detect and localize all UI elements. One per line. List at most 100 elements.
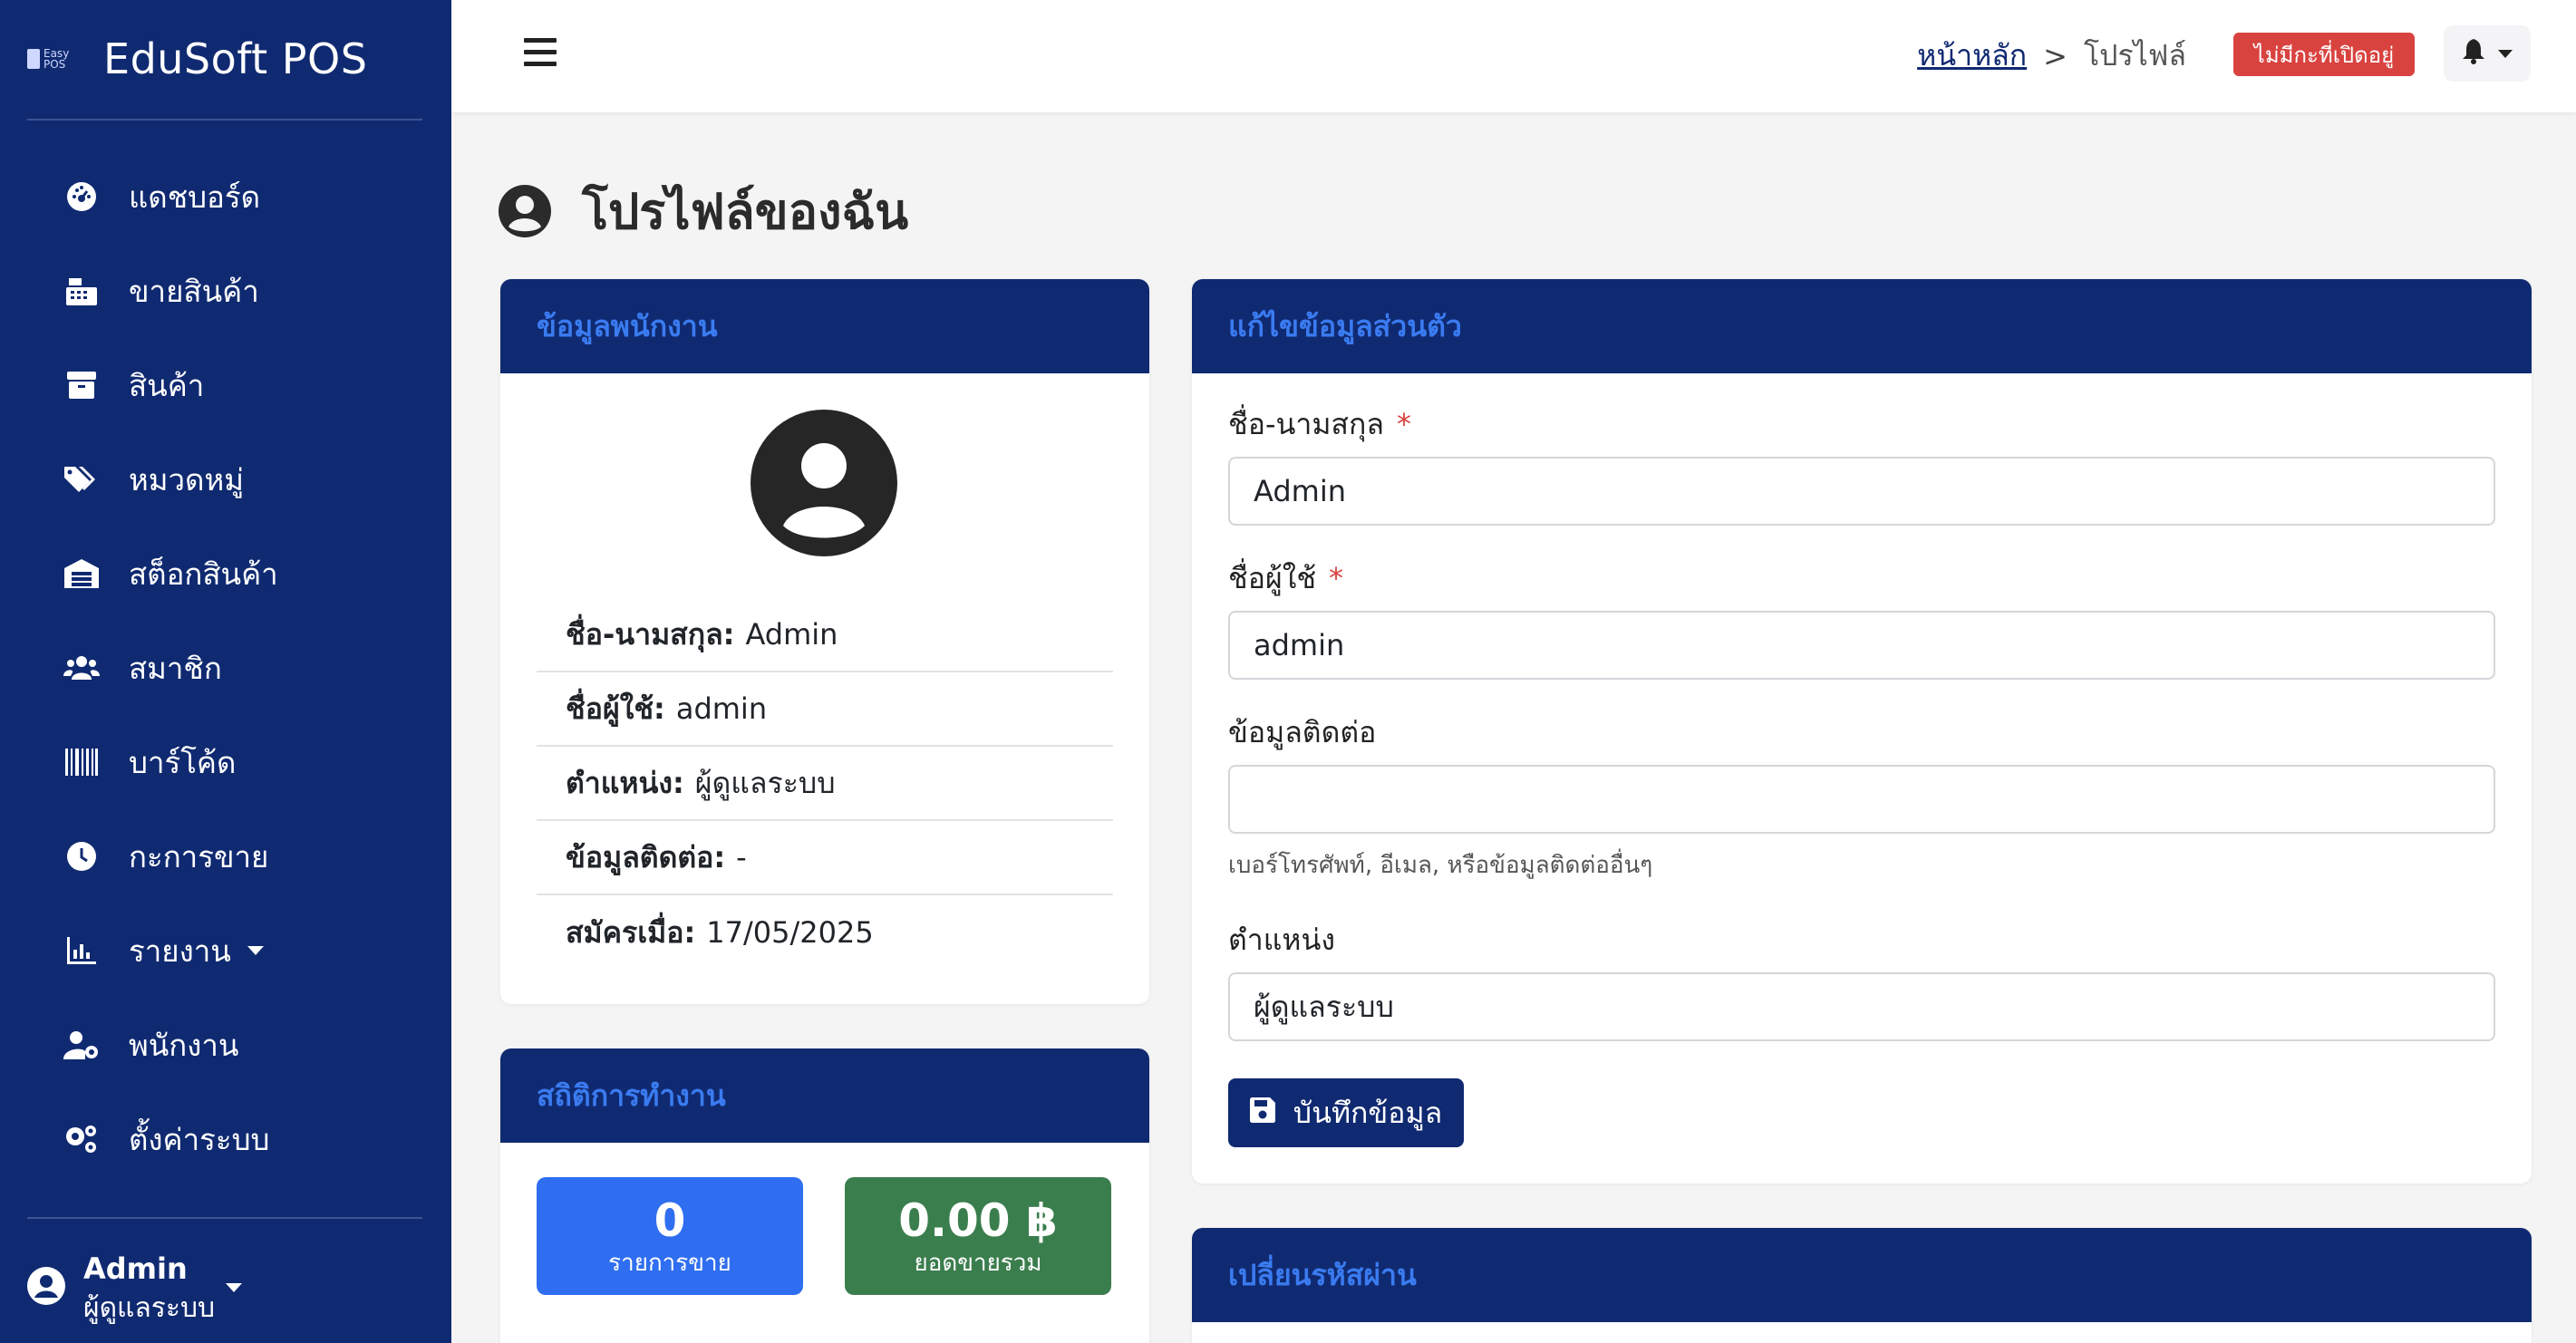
position-input[interactable]: ผู้ดูแลระบบ — [1228, 972, 2495, 1041]
stat-label: รายการขาย — [608, 1250, 731, 1277]
info-row-registered: สมัครเมื่อ: 17/05/2025 — [537, 895, 1113, 970]
sidebar-item-label: พนักงาน — [129, 1027, 239, 1063]
user-avatar-icon — [27, 1267, 65, 1305]
stat-label: ยอดขายรวม — [914, 1250, 1042, 1277]
sidebar-item-products[interactable]: สินค้า — [0, 338, 451, 432]
sidebar-user-menu[interactable]: Admin ผู้ดูแลระบบ — [27, 1249, 243, 1329]
user-gear-icon — [63, 1027, 100, 1063]
dashboard-icon — [63, 179, 100, 215]
info-row-contact: ข้อมูลติดต่อ: - — [537, 821, 1113, 895]
card-header: สถิติการทำงาน — [500, 1048, 1149, 1143]
username-label: ชื่อผู้ใช้ * — [1228, 560, 2495, 596]
save-profile-button[interactable]: บันทึกข้อมูล — [1228, 1078, 1464, 1147]
profile-avatar-icon — [751, 410, 897, 556]
card-title: แก้ไขข้อมูลส่วนตัว — [1228, 308, 1462, 343]
required-mark: * — [1329, 561, 1344, 595]
card-header: แก้ไขข้อมูลส่วนตัว — [1192, 279, 2532, 373]
sidebar-item-barcode[interactable]: บาร์โค้ด — [0, 715, 451, 809]
shift-status-badge: ไม่มีกะที่เปิดอยู่ — [2233, 33, 2415, 76]
sidebar-item-label: แดชบอร์ด — [129, 179, 261, 215]
card-title: เปลี่ยนรหัสผ่าน — [1228, 1257, 1417, 1292]
logo-text-pos: POS — [44, 58, 66, 71]
breadcrumb-current: โปรไฟล์ — [2083, 38, 2186, 72]
user-name: Admin — [83, 1251, 188, 1286]
fullname-label: ชื่อ-นามสกุล * — [1228, 406, 2495, 442]
sidebar-item-label: รายงาน — [129, 932, 231, 969]
info-label: ข้อมูลติดต่อ: — [566, 839, 726, 874]
card-title: สถิติการทำงาน — [537, 1077, 726, 1113]
card-header: เปลี่ยนรหัสผ่าน — [1192, 1228, 2532, 1322]
info-row-position: ตำแหน่ง: ผู้ดูแลระบบ — [537, 747, 1113, 821]
sidebar-item-label: กะการขาย — [129, 838, 269, 874]
edit-profile-card: แก้ไขข้อมูลส่วนตัว ชื่อ-นามสกุล * Admin … — [1192, 279, 2532, 1184]
employee-info-card: ข้อมูลพนักงาน ชื่อ-นามสกุล: Admin ชื่อผู… — [500, 279, 1149, 1004]
sidebar-item-settings[interactable]: ตั้งค่าระบบ — [0, 1092, 451, 1186]
warehouse-icon — [63, 556, 100, 592]
breadcrumb-separator: > — [2043, 38, 2068, 73]
gears-icon — [63, 1121, 100, 1157]
info-label: ตำแหน่ง: — [566, 765, 684, 800]
edit-profile-form: ชื่อ-นามสกุล * Admin ชื่อผู้ใช้ * admin … — [1228, 406, 2495, 1041]
box-icon — [63, 367, 100, 403]
change-password-card: เปลี่ยนรหัสผ่าน — [1192, 1228, 2532, 1343]
user-role: ผู้ดูแลระบบ — [83, 1292, 216, 1324]
contact-label: ข้อมูลติดต่อ — [1228, 714, 1377, 749]
sidebar-item-staff[interactable]: พนักงาน — [0, 998, 451, 1092]
username-input[interactable]: admin — [1228, 611, 2495, 680]
sidebar-item-reports[interactable]: รายงาน — [0, 903, 451, 998]
clock-icon — [63, 838, 100, 874]
page-title: โปรไฟล์ของฉัน — [499, 172, 908, 250]
fullname-label-text: ชื่อ-นามสกุล — [1228, 406, 1384, 441]
users-icon — [63, 650, 100, 686]
sidebar-item-stock[interactable]: สต็อกสินค้า — [0, 527, 451, 621]
user-circle-icon — [499, 185, 551, 237]
brand[interactable]: Easy POS EduSoft POS — [27, 27, 367, 91]
info-value: - — [736, 840, 747, 874]
pos-terminal-icon — [27, 49, 40, 69]
stat-value: 0 — [654, 1194, 686, 1247]
info-value: 17/05/2025 — [706, 915, 874, 950]
fullname-input[interactable]: Admin — [1228, 457, 2495, 526]
contact-input[interactable] — [1228, 765, 2495, 834]
menu-toggle-button[interactable] — [524, 38, 557, 67]
position-label: ตำแหน่ง — [1228, 922, 1335, 957]
sidebar: Easy POS EduSoft POS แดชบอร์ด ขายสินค้า … — [0, 0, 451, 1343]
sidebar-item-members[interactable]: สมาชิก — [0, 621, 451, 715]
cash-register-icon — [63, 273, 100, 309]
info-value: admin — [675, 691, 768, 726]
sales-count-stat: 0 รายการขาย — [537, 1177, 803, 1295]
sidebar-item-dashboard[interactable]: แดชบอร์ด — [0, 150, 451, 244]
card-header: ข้อมูลพนักงาน — [500, 279, 1149, 373]
info-value: Admin — [745, 617, 838, 652]
sidebar-item-categories[interactable]: หมวดหมู่ — [0, 432, 451, 527]
breadcrumb: หน้าหลัก > โปรไฟล์ — [1917, 33, 2186, 79]
sidebar-item-label: สต็อกสินค้า — [129, 556, 278, 592]
contact-help-text: เบอร์โทรศัพท์, อีเมล, หรือข้อมูลติดต่ออื… — [1228, 852, 1653, 879]
barcode-icon — [63, 744, 100, 780]
sidebar-divider — [27, 119, 422, 121]
info-row-fullname: ชื่อ-นามสกุล: Admin — [537, 598, 1113, 672]
card-title: ข้อมูลพนักงาน — [537, 308, 718, 343]
sidebar-divider — [27, 1217, 422, 1219]
save-icon — [1249, 1096, 1275, 1130]
employee-info-list: ชื่อ-นามสกุล: Admin ชื่อผู้ใช้: admin ตำ… — [537, 598, 1113, 970]
info-label: สมัครเมื่อ: — [566, 914, 696, 950]
chevron-down-icon — [226, 1283, 243, 1292]
sidebar-item-shifts[interactable]: กะการขาย — [0, 809, 451, 903]
breadcrumb-home-link[interactable]: หน้าหลัก — [1917, 33, 2027, 79]
notifications-button[interactable] — [2444, 25, 2531, 82]
tags-icon — [63, 461, 100, 498]
required-mark: * — [1396, 407, 1411, 441]
sidebar-nav: แดชบอร์ด ขายสินค้า สินค้า หมวดหมู่ สต็อก… — [0, 150, 451, 1186]
info-label: ชื่อ-นามสกุล: — [566, 616, 735, 652]
info-row-username: ชื่อผู้ใช้: admin — [537, 672, 1113, 747]
sidebar-item-label: สินค้า — [129, 367, 205, 403]
sidebar-item-sell[interactable]: ขายสินค้า — [0, 244, 451, 338]
sidebar-item-label: ขายสินค้า — [129, 273, 259, 309]
sidebar-item-label: หมวดหมู่ — [129, 461, 244, 498]
chart-icon — [63, 932, 100, 969]
chevron-down-icon — [2498, 49, 2513, 58]
username-label-text: ชื่อผู้ใช้ — [1228, 560, 1317, 595]
page-title-text: โปรไฟล์ของฉัน — [582, 183, 909, 240]
save-button-label: บันทึกข้อมูล — [1293, 1095, 1443, 1130]
